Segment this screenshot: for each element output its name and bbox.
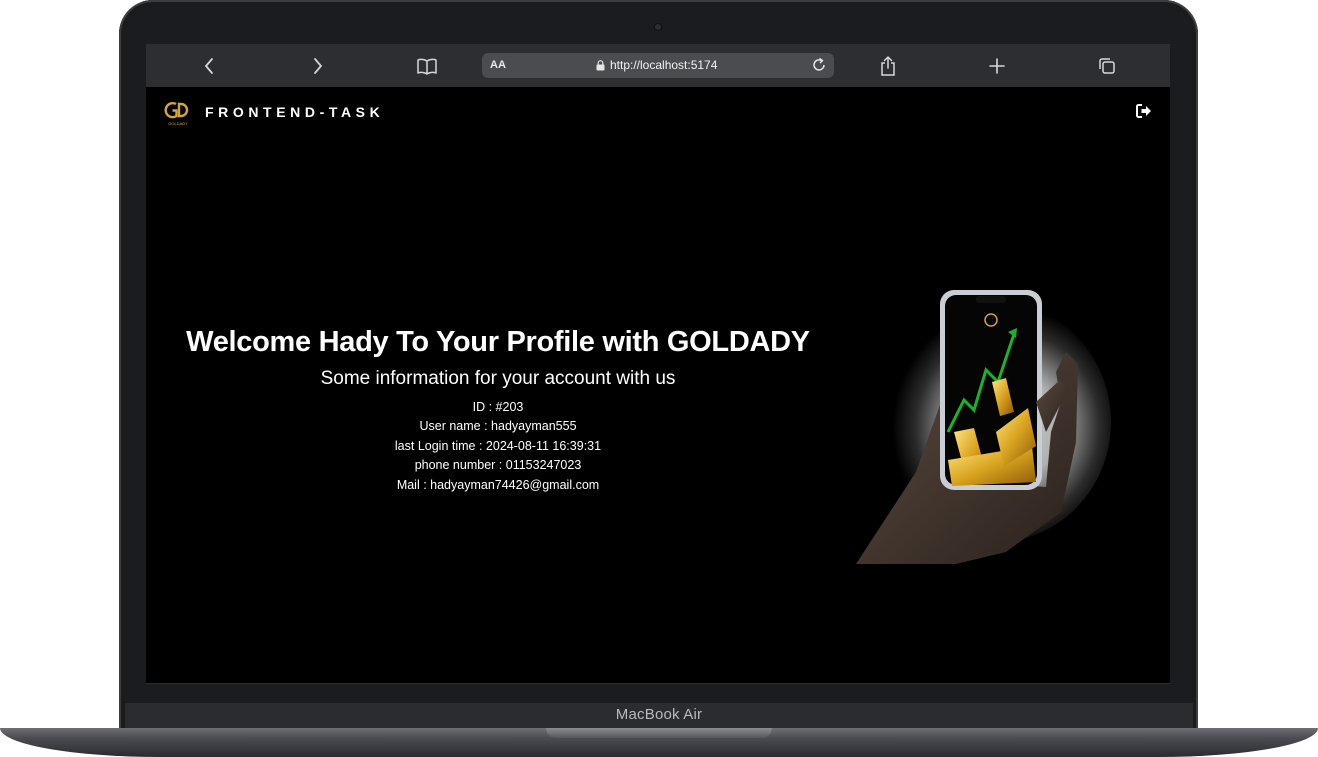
screen-divider: [146, 683, 1170, 684]
profile-phone: phone number : 01153247023: [414, 458, 582, 473]
svg-text:GOLDADY: GOLDADY: [168, 121, 188, 126]
new-tab-button[interactable]: [982, 52, 1012, 80]
bookmarks-button[interactable]: [412, 52, 442, 80]
text-size-button[interactable]: AA: [490, 59, 506, 71]
profile-last-login: last Login time : 2024-08-11 16:39:31: [394, 438, 602, 453]
url-text: http://localhost:5174: [610, 58, 718, 72]
welcome-heading: Welcome Hady To Your Profile with GOLDAD…: [186, 326, 810, 358]
laptop-notch: [546, 728, 772, 738]
reload-icon[interactable]: [810, 56, 828, 74]
screen: AA http://localhost:5174 GOLDADY FRONTEN…: [146, 44, 1170, 684]
profile-id: ID : #203: [472, 400, 524, 414]
share-button[interactable]: [873, 52, 903, 80]
forward-icon: [314, 58, 323, 74]
back-button[interactable]: [194, 52, 224, 80]
welcome-subheading: Some information for your account with u…: [320, 368, 676, 389]
lock-icon: [596, 59, 605, 70]
camera-icon: [655, 24, 661, 30]
bookmarks-icon: [417, 58, 437, 75]
browser-toolbar: AA http://localhost:5174: [146, 44, 1170, 87]
goldady-logo[interactable]: GOLDADY: [164, 99, 192, 127]
profile-username: User name : hadyayman555: [419, 419, 577, 434]
back-icon: [204, 58, 213, 74]
share-icon: [881, 55, 895, 76]
forward-button[interactable]: [303, 52, 333, 80]
tabs-overview-button[interactable]: [1092, 52, 1122, 80]
profile-info: Welcome Hady To Your Profile with GOLDAD…: [168, 326, 828, 495]
site-title: FRONTEND-TASK: [205, 104, 385, 120]
logout-icon[interactable]: [1136, 104, 1152, 118]
device-label: MacBook Air: [615, 706, 703, 723]
tabs-icon: [1099, 58, 1115, 74]
address-bar[interactable]: AA http://localhost:5174: [482, 53, 834, 78]
hero-phone-gold-image: [856, 290, 1111, 564]
profile-email: Mail : hadyayman74426@gmail.com: [396, 477, 600, 492]
new-tab-icon: [989, 58, 1005, 74]
